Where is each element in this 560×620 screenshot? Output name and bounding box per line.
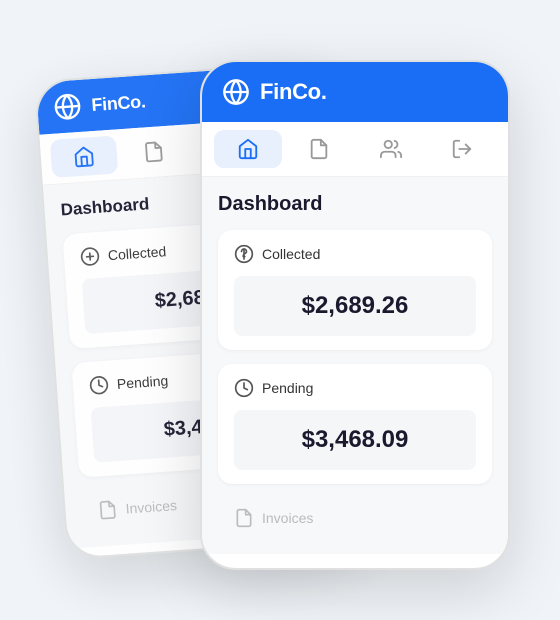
pending-label-front: Pending [262,380,313,396]
collected-value-box-front: $2,689.26 [234,276,476,336]
app-header-front: FinCo. [202,62,508,122]
globe-icon-back [53,92,83,122]
users-icon-front [380,138,402,160]
invoices-label-back: Invoices [125,497,177,517]
invoices-icon-front [234,508,254,528]
nav-docs-front[interactable] [286,130,354,168]
logout-icon-front [451,138,473,160]
invoices-icon-back [97,499,118,520]
nav-home-front[interactable] [214,130,282,168]
home-icon-back [72,145,95,168]
phone-front: FinCo. [200,60,510,570]
nav-bar-front [202,122,508,177]
nav-users-front[interactable] [357,130,425,168]
globe-icon-front [222,78,250,106]
collected-label-front: Collected [262,246,320,262]
collected-label-row-front: Collected [234,244,476,264]
nav-docs-back[interactable] [120,131,188,174]
app-title-front: FinCo. [260,79,327,105]
collected-value-front: $2,689.26 [302,292,409,319]
dollar-icon-back [79,246,100,267]
phones-container: FinCo. [50,30,510,590]
invoices-item-front: Invoices [218,498,492,538]
pending-label-row-front: Pending [234,378,476,398]
pending-value-box-front: $3,468.09 [234,410,476,470]
docs-icon-back [142,140,165,163]
home-icon-front [237,138,259,160]
nav-home-back[interactable] [50,135,118,178]
page-title-front: Dashboard [218,193,492,216]
clock-icon-back [88,375,109,396]
pending-label-back: Pending [116,372,168,392]
clock-icon-front [234,378,254,398]
app-title-back: FinCo. [91,91,147,116]
content-front: Dashboard Collected $2,689.26 [202,177,508,554]
dollar-circle-icon-front [234,244,254,264]
collected-label-back: Collected [107,243,166,263]
invoices-label-front: Invoices [262,510,313,526]
nav-logout-front[interactable] [429,130,497,168]
pending-value-front: $3,468.09 [302,426,409,453]
pending-card-front: Pending $3,468.09 [218,364,492,484]
docs-icon-front [308,138,330,160]
collected-card-front: Collected $2,689.26 [218,230,492,350]
